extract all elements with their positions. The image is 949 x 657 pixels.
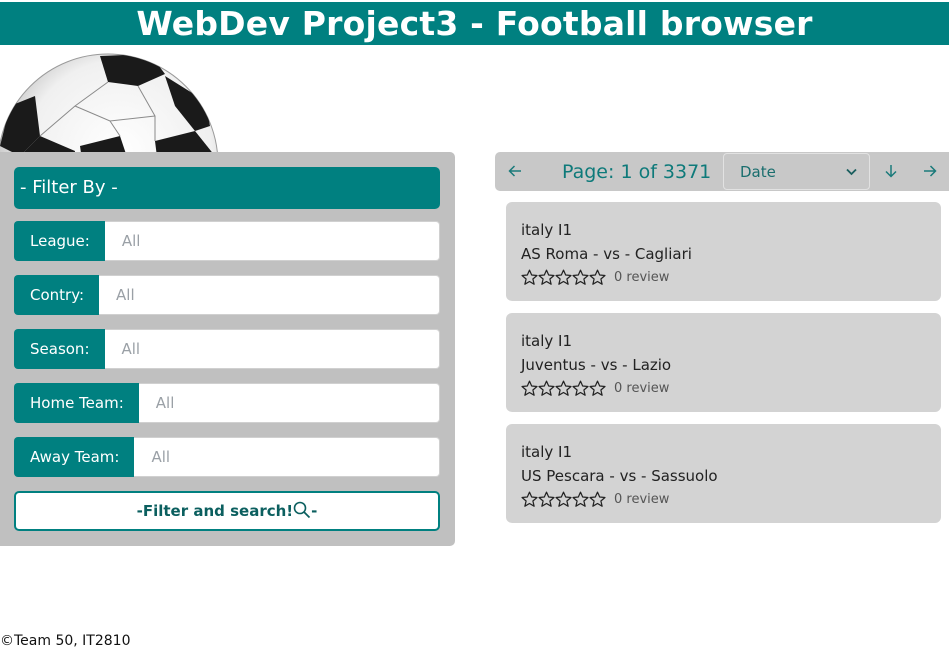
- match-card[interactable]: italy I1 US Pescara - vs - Sassuolo 0 re…: [506, 424, 941, 523]
- star-rating[interactable]: [521, 491, 606, 508]
- star-icon[interactable]: [572, 491, 589, 508]
- star-icon[interactable]: [538, 380, 555, 397]
- match-rating: 0 review: [521, 268, 669, 286]
- sort-select[interactable]: Date: [723, 153, 870, 190]
- prev-page-button[interactable]: [496, 152, 534, 191]
- star-icon[interactable]: [521, 491, 538, 508]
- filter-title: - Filter By -: [14, 167, 440, 209]
- page-title: WebDev Project3 - Football browser: [0, 2, 949, 45]
- league-select[interactable]: All: [104, 221, 440, 261]
- pagination-bar: Page: 1 of 3371 Date: [495, 152, 949, 191]
- home-team-filter[interactable]: Home Team: All: [14, 383, 440, 423]
- star-icon[interactable]: [572, 269, 589, 286]
- star-icon[interactable]: [538, 269, 555, 286]
- league-label: League:: [14, 221, 105, 261]
- sort-direction-button[interactable]: [872, 152, 910, 191]
- match-teams: AS Roma - vs - Cagliari: [521, 245, 692, 263]
- match-teams: US Pescara - vs - Sassuolo: [521, 467, 718, 485]
- star-icon[interactable]: [538, 491, 555, 508]
- match-league: italy I1: [521, 221, 573, 239]
- match-league: italy I1: [521, 332, 573, 350]
- review-count: 0 review: [614, 380, 670, 396]
- star-icon[interactable]: [589, 380, 606, 397]
- star-icon[interactable]: [555, 269, 572, 286]
- star-icon[interactable]: [521, 269, 538, 286]
- filter-panel: - Filter By - League: All Contry: All Se…: [0, 152, 455, 546]
- filter-search-button[interactable]: -Filter and search! -: [14, 491, 440, 531]
- country-select[interactable]: All: [99, 275, 440, 315]
- star-icon[interactable]: [589, 491, 606, 508]
- soccer-ball-logo: [0, 46, 225, 152]
- chevron-down-icon: [846, 168, 857, 176]
- arrow-down-icon: [885, 165, 897, 178]
- star-icon[interactable]: [521, 380, 538, 397]
- match-card[interactable]: italy I1 AS Roma - vs - Cagliari 0 revie…: [506, 202, 941, 301]
- match-league: italy I1: [521, 443, 573, 461]
- away-team-filter[interactable]: Away Team: All: [14, 437, 440, 477]
- star-rating[interactable]: [521, 380, 606, 397]
- match-rating: 0 review: [521, 490, 669, 508]
- league-filter[interactable]: League: All: [14, 221, 440, 261]
- match-teams: Juventus - vs - Lazio: [521, 356, 672, 374]
- filter-search-suffix: -: [311, 502, 318, 520]
- search-icon: [293, 501, 311, 519]
- home-team-label: Home Team:: [14, 383, 139, 423]
- arrow-right-icon: [924, 165, 937, 177]
- match-rating: 0 review: [521, 379, 669, 397]
- star-icon[interactable]: [572, 380, 589, 397]
- match-card[interactable]: italy I1 Juventus - vs - Lazio 0 review: [506, 313, 941, 412]
- next-page-button[interactable]: [911, 152, 949, 191]
- star-icon[interactable]: [589, 269, 606, 286]
- season-filter[interactable]: Season: All: [14, 329, 440, 369]
- country-label: Contry:: [14, 275, 100, 315]
- star-icon[interactable]: [555, 380, 572, 397]
- arrow-left-icon: [508, 165, 521, 177]
- country-filter[interactable]: Contry: All: [14, 275, 440, 315]
- away-team-select[interactable]: All: [134, 437, 440, 477]
- home-team-select[interactable]: All: [138, 383, 440, 423]
- page-indicator: Page: 1 of 3371: [562, 161, 712, 183]
- review-count: 0 review: [614, 491, 670, 507]
- season-label: Season:: [14, 329, 105, 369]
- sort-select-value: Date: [740, 163, 776, 181]
- star-rating[interactable]: [521, 269, 606, 286]
- review-count: 0 review: [614, 269, 670, 285]
- away-team-label: Away Team:: [14, 437, 135, 477]
- footer-copyright: ©Team 50, IT2810: [0, 633, 131, 649]
- filter-search-label: -Filter and search!: [136, 502, 294, 520]
- season-select[interactable]: All: [104, 329, 440, 369]
- star-icon[interactable]: [555, 491, 572, 508]
